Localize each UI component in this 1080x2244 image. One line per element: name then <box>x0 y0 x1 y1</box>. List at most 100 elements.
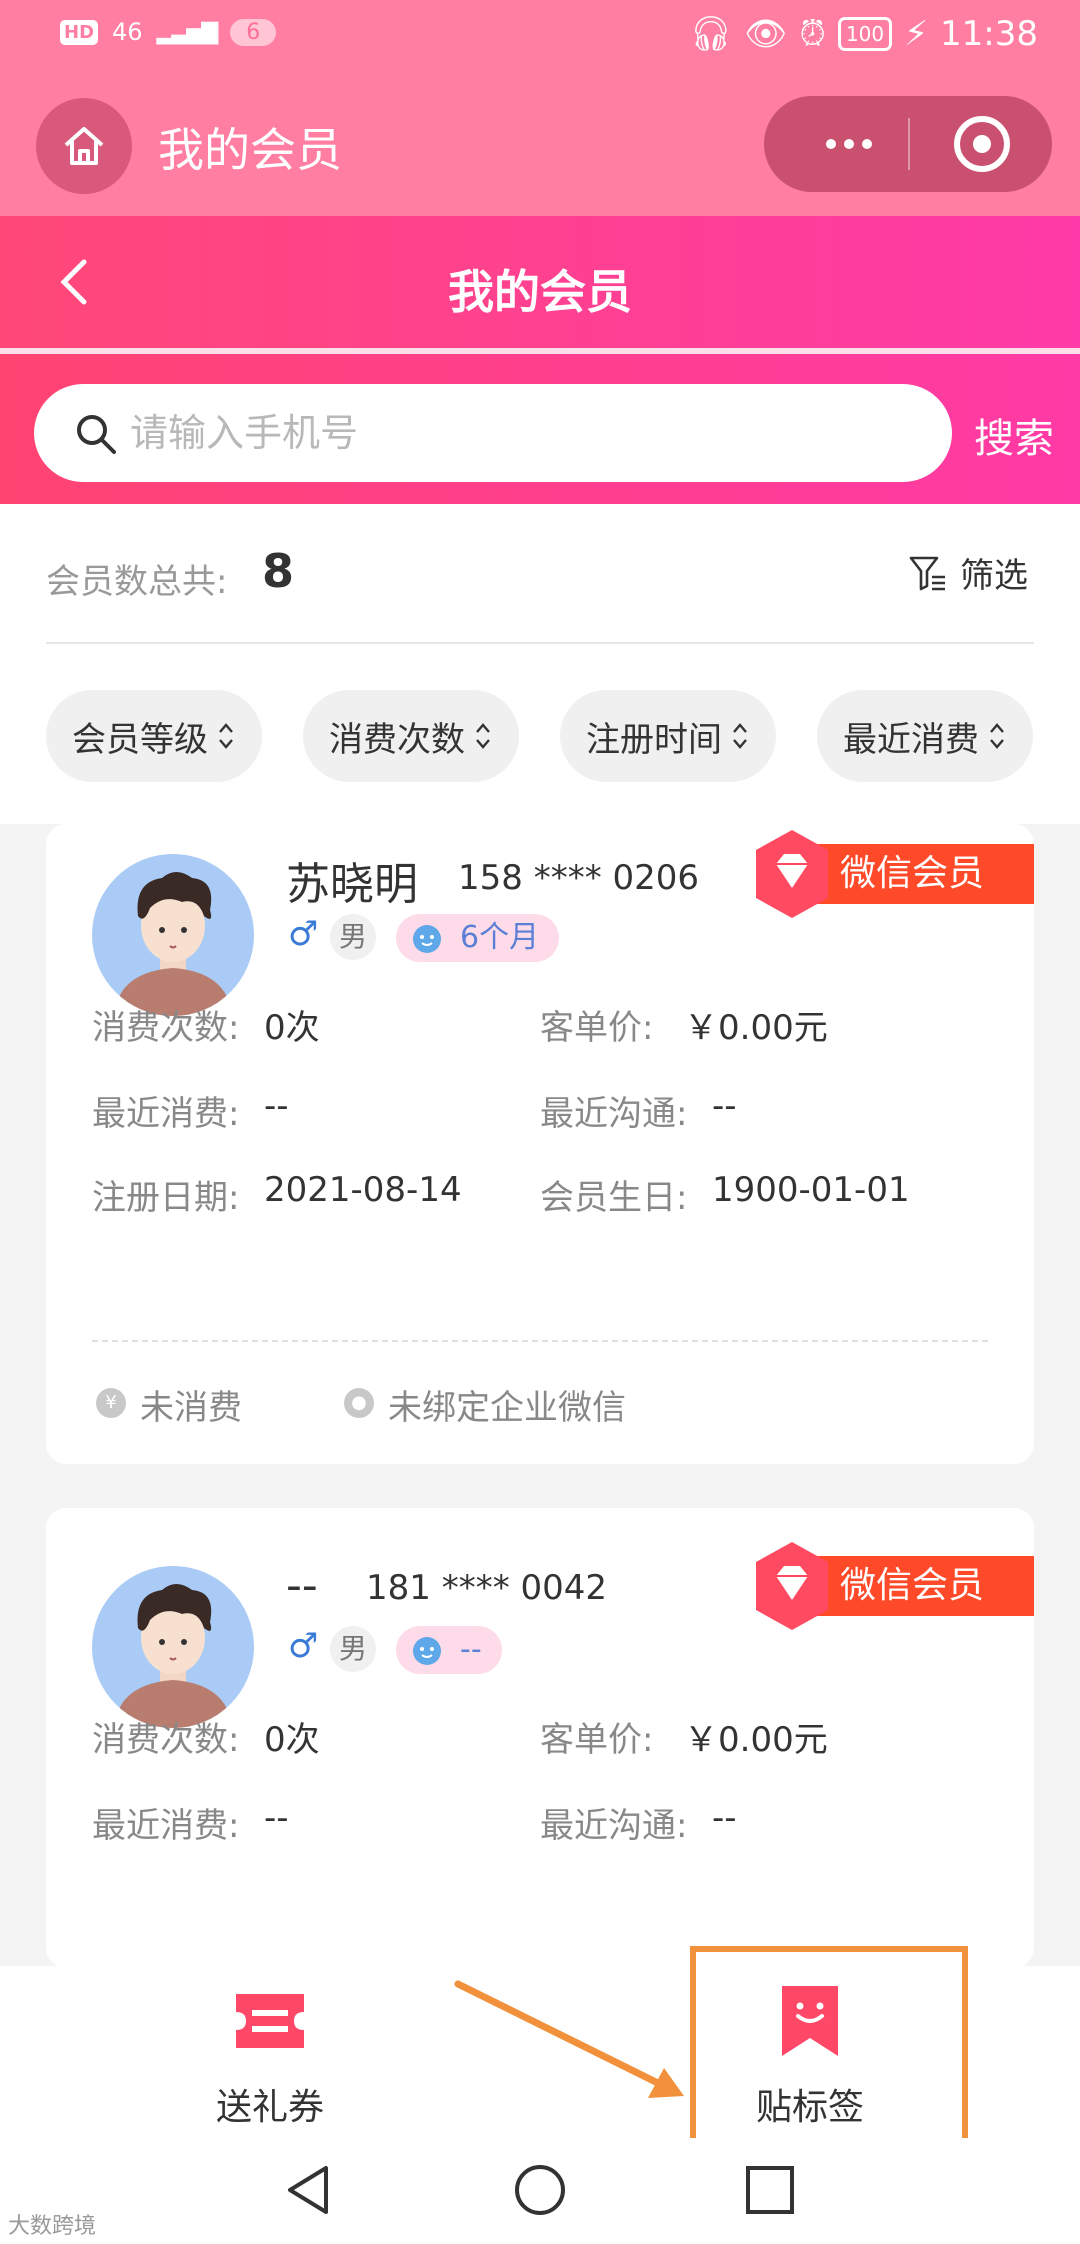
back-nav-icon[interactable] <box>282 2162 338 2218</box>
watermark: 大数跨境 <box>8 2214 97 2239</box>
capsule-menu <box>764 96 1052 192</box>
sort-icon <box>733 723 747 749</box>
sort-register-time[interactable]: 注册时间 <box>560 690 776 782</box>
avg-price-value: ￥0.00元 <box>684 1720 828 1760</box>
wechat-member-badge: 微信会员 <box>752 828 1034 918</box>
age-label: 6个月 <box>460 920 540 955</box>
stat-label: 客单价: <box>540 1008 654 1048</box>
last-contact-value: -- <box>712 1798 737 1838</box>
sort-last-consume[interactable]: 最近消费 <box>817 690 1033 782</box>
send-coupon-button[interactable]: 送礼券 <box>120 1966 420 2138</box>
last-consume-value: -- <box>264 1086 289 1126</box>
filter-button[interactable]: 筛选 <box>908 548 1028 597</box>
highlight-annotation-box <box>690 1946 968 2152</box>
home-nav-icon[interactable] <box>512 2162 568 2218</box>
more-button[interactable] <box>804 96 894 192</box>
close-miniprogram-button[interactable] <box>954 116 1010 172</box>
wechat-bind-status: 未绑定企业微信 <box>388 1388 626 1428</box>
send-coupon-label: 送礼券 <box>215 2087 324 2128</box>
member-phone: 181 **** 0042 <box>366 1568 608 1608</box>
coupon-icon <box>236 1994 304 2048</box>
search-icon <box>77 415 116 454</box>
status-time: 11:38 <box>940 14 1038 54</box>
last-contact-value: -- <box>712 1086 737 1126</box>
wechat-icon: ● <box>344 1388 374 1418</box>
annotation-arrow-icon <box>454 1980 684 2098</box>
member-count: 8 <box>262 544 295 598</box>
male-icon: ♂ <box>288 1626 319 1666</box>
avatar <box>92 854 254 1016</box>
charging-icon: ⚡︎ <box>904 14 929 54</box>
gender-chip: 男 <box>330 914 376 960</box>
avatar <box>92 1566 254 1728</box>
filter-label: 筛选 <box>960 556 1028 596</box>
miniprogram-bar: 我的会员 <box>0 72 1080 216</box>
search-input[interactable] <box>130 384 910 482</box>
stat-label: 最近沟通: <box>540 1094 688 1134</box>
consume-status: 未消费 <box>140 1388 242 1428</box>
diamond-icon <box>756 830 828 918</box>
diamond-icon <box>756 1542 828 1630</box>
gender-chip: 男 <box>330 1626 376 1672</box>
sort-label: 消费次数 <box>329 719 465 760</box>
male-icon: ♂ <box>288 914 319 954</box>
eye-icon: 👁︎ <box>744 14 788 54</box>
summary-divider <box>46 642 1034 644</box>
sort-label: 最近消费 <box>843 719 979 760</box>
member-name: 苏晓明 <box>286 859 418 910</box>
member-card[interactable]: -- 181 **** 0042 微信会员 ♂ 男 -- 消费次数: 0次 客单… <box>46 1508 1034 1968</box>
member-card[interactable]: 苏晓明 158 **** 0206 微信会员 ♂ 男 6个月 消费次数: 0次 … <box>46 824 1034 1464</box>
stat-label: 注册日期: <box>92 1178 240 1218</box>
filter-icon <box>909 556 945 590</box>
network-type: 46 <box>112 18 143 46</box>
stat-label: 最近沟通: <box>540 1806 688 1846</box>
status-bar: HD 46 ▂▃▅▇ 6 🎧︎ 👁︎ ⏰︎ 100 ⚡︎ 11:38 <box>0 0 1080 72</box>
alarm-icon: ⏰︎ <box>799 14 826 54</box>
baby-face-icon <box>413 925 441 953</box>
sort-consume-count[interactable]: 消费次数 <box>303 690 519 782</box>
stat-label: 消费次数: <box>92 1008 240 1048</box>
page-header: 我的会员 <box>0 216 1080 348</box>
age-label: -- <box>460 1632 482 1667</box>
age-chip: 6个月 <box>396 914 560 962</box>
search-button[interactable]: 搜索 <box>974 406 1054 464</box>
birthday-value: 1900-01-01 <box>712 1170 910 1210</box>
yuan-icon: ¥ <box>96 1388 126 1418</box>
baby-face-icon <box>413 1637 441 1665</box>
stat-label: 最近消费: <box>92 1806 240 1846</box>
last-consume-value: -- <box>264 1798 289 1838</box>
notification-count: 6 <box>230 18 277 46</box>
member-name: -- <box>286 1560 318 1611</box>
register-date-value: 2021-08-14 <box>264 1170 462 1210</box>
sort-icon <box>990 723 1004 749</box>
search-box <box>34 384 952 482</box>
sort-label: 会员等级 <box>72 719 208 760</box>
page-title: 我的会员 <box>448 265 632 319</box>
battery-icon: 100 <box>837 17 893 51</box>
member-summary: 会员数总共: 8 筛选 会员等级 消费次数 注册时间 最近消费 <box>0 504 1080 824</box>
card-divider <box>92 1340 988 1342</box>
hd-icon: HD <box>60 19 99 45</box>
home-button[interactable] <box>36 98 132 194</box>
system-navigation-bar <box>0 2138 1080 2244</box>
sort-member-level[interactable]: 会员等级 <box>46 690 262 782</box>
miniprogram-title: 我的会员 <box>158 123 342 177</box>
consume-count-value: 0次 <box>264 1720 320 1760</box>
stat-label: 最近消费: <box>92 1094 240 1134</box>
sort-icon <box>476 723 490 749</box>
capsule-divider <box>908 118 910 170</box>
headphones-icon: 🎧︎ <box>689 14 733 54</box>
age-chip: -- <box>396 1626 502 1674</box>
stat-label: 消费次数: <box>92 1720 240 1760</box>
consume-count-value: 0次 <box>264 1008 320 1048</box>
sort-label: 注册时间 <box>586 719 722 760</box>
signal-icon: ▂▃▅▇ <box>156 19 219 45</box>
member-phone: 158 **** 0206 <box>458 858 700 898</box>
search-bar: 搜索 <box>0 354 1080 504</box>
recents-nav-icon[interactable] <box>742 2162 798 2218</box>
stat-label: 会员生日: <box>540 1178 688 1218</box>
member-count-label: 会员数总共: <box>46 562 228 602</box>
stat-label: 客单价: <box>540 1720 654 1760</box>
wechat-member-badge: 微信会员 <box>752 1540 1034 1630</box>
avg-price-value: ￥0.00元 <box>684 1008 828 1048</box>
